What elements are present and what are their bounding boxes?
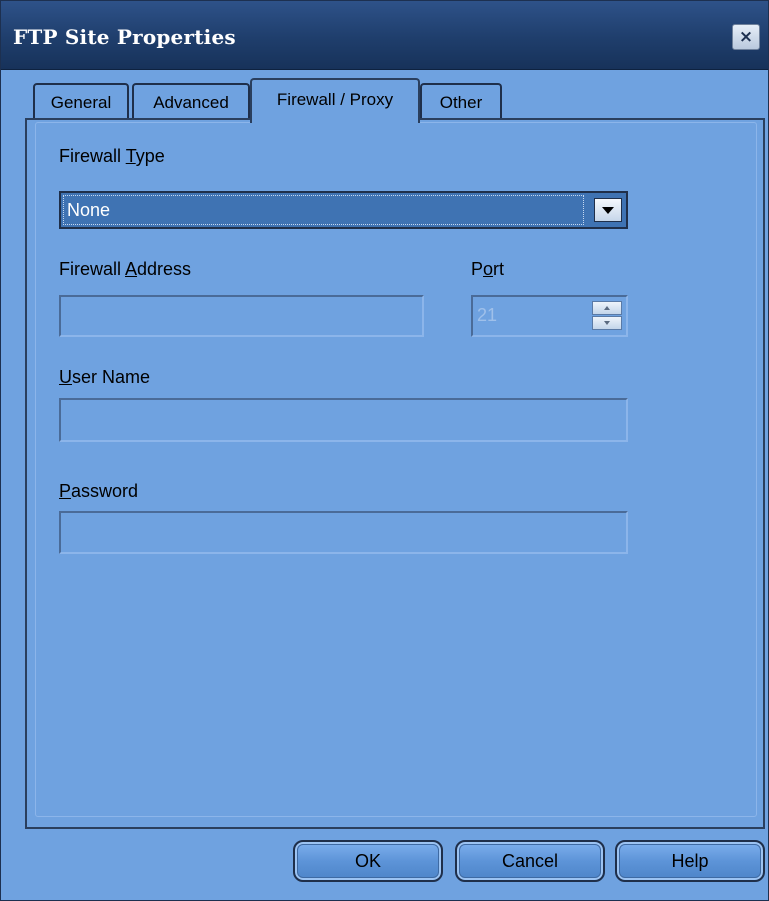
- label-text: assword: [71, 481, 139, 501]
- help-button[interactable]: Help: [615, 840, 765, 882]
- port-field[interactable]: 21: [471, 295, 628, 337]
- ok-button[interactable]: OK: [293, 840, 443, 882]
- firewall-address-field[interactable]: [59, 295, 424, 337]
- label-text: rt: [493, 259, 505, 279]
- firewall-type-value: None: [63, 195, 584, 225]
- label-accelerator: U: [59, 367, 72, 387]
- label-accelerator: A: [125, 259, 138, 279]
- label-text: ddress: [137, 259, 192, 279]
- password-label: Password: [59, 481, 138, 502]
- ftp-site-properties-dialog: FTP Site Properties × General Advanced F…: [0, 0, 769, 901]
- spin-down-icon[interactable]: [592, 316, 622, 330]
- password-field[interactable]: [59, 511, 628, 554]
- label-text: P: [471, 259, 484, 279]
- tab-advanced[interactable]: Advanced: [132, 83, 250, 120]
- close-button[interactable]: ×: [732, 24, 760, 50]
- firewall-type-label: Firewall Type: [59, 146, 165, 167]
- chevron-down-icon[interactable]: [594, 198, 622, 222]
- port-value: 21: [477, 305, 498, 325]
- label-text: ype: [135, 146, 165, 166]
- user-name-field[interactable]: [59, 398, 628, 442]
- firewall-address-label: Firewall Address: [59, 259, 191, 280]
- tab-general[interactable]: General: [33, 83, 129, 120]
- title-bar[interactable]: FTP Site Properties ×: [1, 1, 768, 70]
- cancel-button[interactable]: Cancel: [455, 840, 605, 882]
- label-text: Firewall: [59, 259, 126, 279]
- close-icon: ×: [738, 27, 754, 47]
- port-label: Port: [471, 259, 504, 280]
- window-title: FTP Site Properties: [13, 25, 236, 49]
- label-text: ser Name: [72, 367, 151, 387]
- tab-firewall-proxy[interactable]: Firewall / Proxy: [250, 78, 420, 123]
- firewall-type-dropdown[interactable]: None: [59, 191, 628, 229]
- label-accelerator: P: [59, 481, 72, 501]
- label-accelerator: T: [125, 146, 136, 166]
- label-text: Firewall: [59, 146, 126, 166]
- tab-other[interactable]: Other: [420, 83, 502, 120]
- user-name-label: User Name: [59, 367, 150, 388]
- spin-up-icon[interactable]: [592, 301, 622, 315]
- label-accelerator: o: [483, 259, 494, 279]
